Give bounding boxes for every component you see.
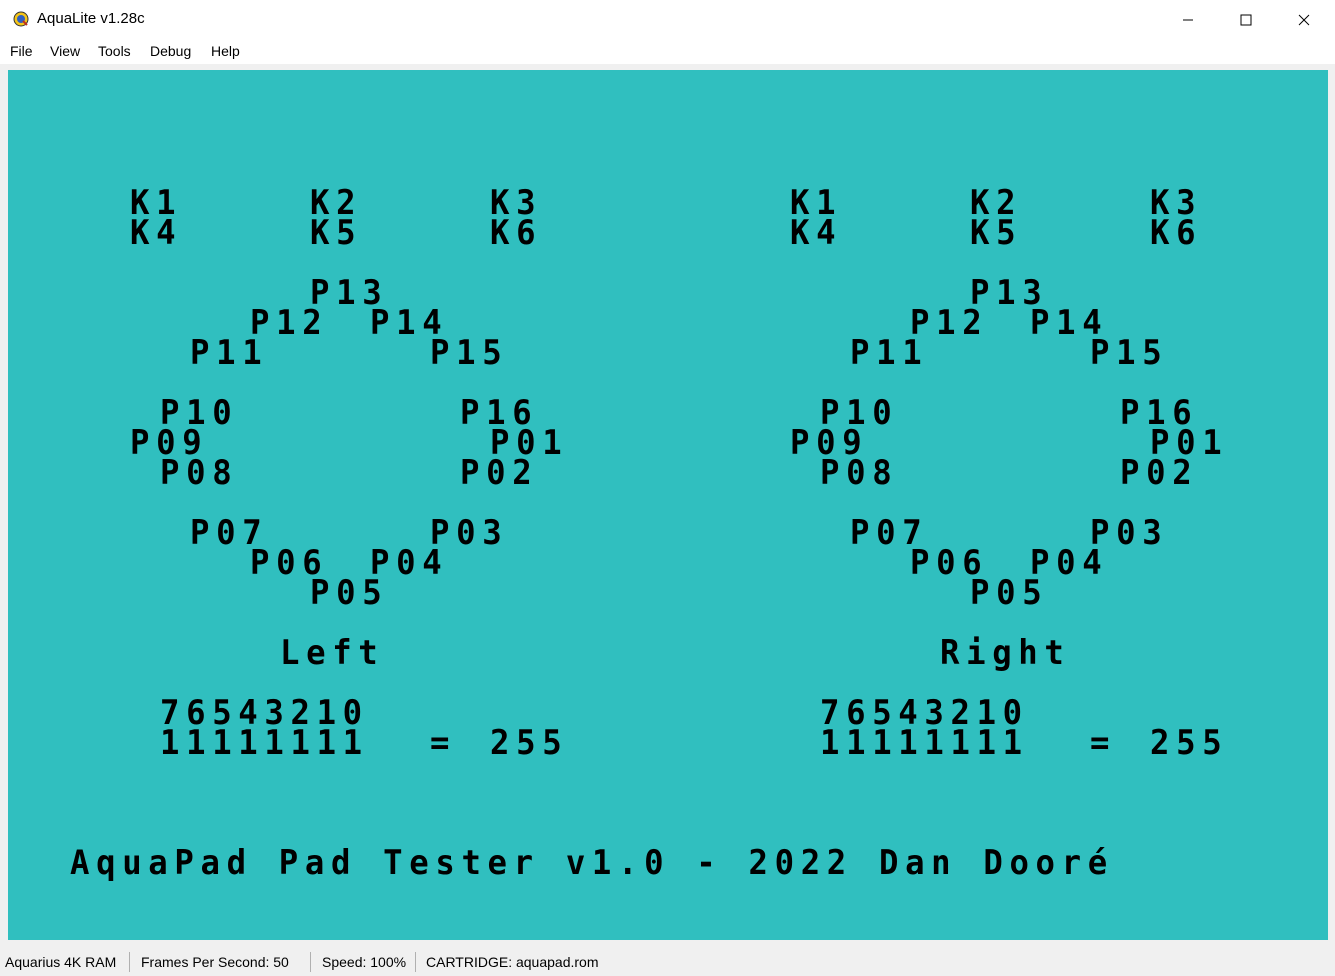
status-cartridge: CARTRIDGE: aquapad.rom bbox=[426, 954, 599, 970]
left-p05: P05 bbox=[310, 573, 389, 613]
menu-help[interactable]: Help bbox=[211, 43, 240, 59]
close-icon bbox=[1298, 14, 1310, 26]
aqualite-logo-icon bbox=[13, 11, 29, 27]
left-bits: 11111111 bbox=[160, 723, 369, 763]
close-button[interactable] bbox=[1275, 0, 1333, 40]
left-k6: K6 bbox=[490, 213, 543, 253]
right-p08: P08 bbox=[820, 453, 899, 493]
right-bits: 11111111 bbox=[820, 723, 1029, 763]
menu-file[interactable]: File bbox=[10, 43, 33, 59]
minimize-icon bbox=[1183, 19, 1193, 21]
right-p05: P05 bbox=[970, 573, 1049, 613]
left-p08: P08 bbox=[160, 453, 239, 493]
right-value: 255 bbox=[1150, 723, 1229, 763]
status-divider bbox=[310, 952, 311, 972]
status-speed: Speed: 100% bbox=[322, 954, 407, 970]
maximize-icon bbox=[1240, 14, 1252, 26]
right-equals: = bbox=[1090, 723, 1117, 763]
left-equals: = bbox=[430, 723, 457, 763]
left-k5: K5 bbox=[310, 213, 363, 253]
right-k6: K6 bbox=[1150, 213, 1203, 253]
status-divider bbox=[129, 952, 130, 972]
left-p15: P15 bbox=[430, 333, 509, 373]
right-p02: P02 bbox=[1120, 453, 1199, 493]
right-label: Right bbox=[940, 633, 1071, 673]
menu-tools[interactable]: Tools bbox=[98, 43, 131, 59]
left-k4: K4 bbox=[130, 213, 183, 253]
status-ram: Aquarius 4K RAM bbox=[5, 954, 117, 970]
left-value: 255 bbox=[490, 723, 569, 763]
right-p15: P15 bbox=[1090, 333, 1169, 373]
emulator-screen[interactable]: K1 K2 K3 K4 K5 K6 P13 P12 P14 P11 P15 P1… bbox=[8, 70, 1328, 940]
title-bar[interactable]: AquaLite v1.28c bbox=[0, 0, 1335, 40]
left-p02: P02 bbox=[460, 453, 539, 493]
menu-view[interactable]: View bbox=[50, 43, 80, 59]
menu-debug[interactable]: Debug bbox=[150, 43, 191, 59]
right-k4: K4 bbox=[790, 213, 843, 253]
maximize-button[interactable] bbox=[1217, 0, 1275, 40]
menu-bar: File View Tools Debug Help bbox=[0, 40, 1335, 64]
status-bar: Aquarius 4K RAM Frames Per Second: 50 Sp… bbox=[0, 948, 1335, 976]
window-title: AquaLite v1.28c bbox=[37, 10, 145, 27]
left-label: Left bbox=[280, 633, 385, 673]
minimize-button[interactable] bbox=[1159, 0, 1217, 40]
right-k5: K5 bbox=[970, 213, 1023, 253]
status-fps: Frames Per Second: 50 bbox=[141, 954, 289, 970]
left-p11: P11 bbox=[190, 333, 269, 373]
footer-credit: AquaPad Pad Tester v1.0 - 2022 Dan Dooré bbox=[70, 843, 1114, 883]
right-p11: P11 bbox=[850, 333, 929, 373]
status-divider bbox=[415, 952, 416, 972]
